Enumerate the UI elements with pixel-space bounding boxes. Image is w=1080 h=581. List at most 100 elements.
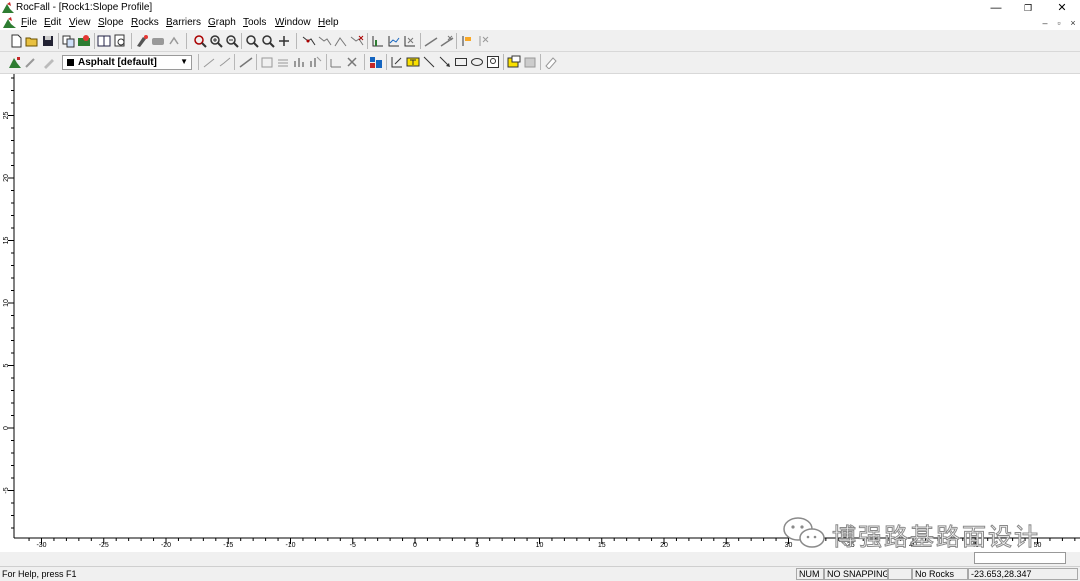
- y-tick-label: 10: [3, 299, 10, 307]
- toolbar-separator: [296, 33, 297, 49]
- text-label-icon[interactable]: [406, 55, 420, 69]
- close-button[interactable]: ✕: [1046, 0, 1078, 16]
- page-setup-icon[interactable]: [97, 34, 111, 48]
- menu-file[interactable]: File: [21, 17, 37, 28]
- remove-seeder-icon[interactable]: [477, 34, 491, 48]
- data-table-icon[interactable]: [260, 55, 274, 69]
- add-vertex-icon[interactable]: [334, 34, 348, 48]
- zoom-previous-icon[interactable]: [261, 34, 275, 48]
- y-tick-label: 25: [3, 112, 10, 120]
- material-select-value: Asphalt [default]: [78, 57, 157, 68]
- menu-barriers[interactable]: Barriers: [166, 17, 201, 28]
- copy-icon[interactable]: [62, 34, 76, 48]
- toolbar-separator: [58, 33, 59, 49]
- line-draw-icon[interactable]: [422, 55, 436, 69]
- chevron-down-icon[interactable]: ▼: [180, 57, 188, 66]
- undo-icon[interactable]: [167, 34, 181, 48]
- graph-locations-icon[interactable]: [387, 34, 401, 48]
- delete-picture-icon[interactable]: [523, 55, 537, 69]
- status-num: NUM: [796, 568, 824, 580]
- barrier-icon[interactable]: [424, 34, 438, 48]
- material-edit-icon[interactable]: [24, 55, 38, 69]
- export-image-icon[interactable]: [77, 34, 91, 48]
- edit-vertices-icon[interactable]: [318, 34, 332, 48]
- polyline-tool-icon[interactable]: [218, 55, 232, 69]
- x-tick-label: 20: [660, 542, 668, 549]
- material-assign-icon[interactable]: [8, 55, 22, 69]
- delete-vertex-icon[interactable]: [350, 34, 364, 48]
- zoom-out-icon[interactable]: [225, 34, 239, 48]
- status-coordinates: -23.653,28.347: [968, 568, 1078, 580]
- watermark: 博强路基路面设计: [780, 513, 1050, 553]
- toolbar-separator: [386, 54, 387, 70]
- save-icon[interactable]: [41, 34, 55, 48]
- line-tool-icon[interactable]: [202, 55, 216, 69]
- paint-icon[interactable]: [135, 34, 149, 48]
- menu-window[interactable]: Window: [275, 17, 311, 28]
- status-help-text: For Help, press F1: [2, 569, 77, 579]
- pan-icon[interactable]: [277, 34, 291, 48]
- menu-rocks[interactable]: Rocks: [131, 17, 159, 28]
- menu-edit[interactable]: Edit: [44, 17, 61, 28]
- ellipse-draw-icon[interactable]: [470, 55, 484, 69]
- x-tick-label: 10: [536, 542, 544, 549]
- menu-help[interactable]: Help: [318, 17, 339, 28]
- toolbar-separator: [241, 33, 242, 49]
- rock-icon[interactable]: [151, 34, 165, 48]
- mdi-minimize-button[interactable]: –: [1040, 18, 1050, 28]
- zoom-in-icon[interactable]: [209, 34, 223, 48]
- x-tick-label: -25: [99, 542, 109, 549]
- document-icon[interactable]: [3, 17, 16, 28]
- material-select[interactable]: Asphalt [default] ▼: [62, 55, 192, 70]
- menu-view[interactable]: View: [69, 17, 91, 28]
- eraser-icon[interactable]: [544, 55, 558, 69]
- x-tick-label: -5: [350, 542, 356, 549]
- add-slope-icon[interactable]: [302, 34, 316, 48]
- material-swatch: [67, 59, 74, 66]
- mdi-restore-button[interactable]: ▫: [1054, 18, 1064, 28]
- insert-picture-icon[interactable]: [507, 55, 521, 69]
- mdi-close-button[interactable]: ×: [1068, 18, 1078, 28]
- status-empty-panel: [888, 568, 912, 580]
- stats-icon[interactable]: [329, 55, 343, 69]
- restore-button[interactable]: ❐: [1012, 0, 1044, 16]
- graph-endpoints-icon[interactable]: [403, 34, 417, 48]
- clear-stats-icon[interactable]: [345, 55, 359, 69]
- slope-draw-icon[interactable]: [239, 55, 253, 69]
- print-preview-icon[interactable]: [113, 34, 127, 48]
- y-tick-label: -5: [3, 487, 10, 493]
- toolbar-separator: [256, 54, 257, 70]
- rectangle-draw-icon[interactable]: [454, 55, 468, 69]
- menu-graph[interactable]: Graph: [208, 17, 236, 28]
- delete-barrier-icon[interactable]: [440, 34, 454, 48]
- dimension-icon[interactable]: [390, 55, 404, 69]
- menu-bar: File Edit View Slope Rocks Barriers Graph Tools…: [0, 16, 1080, 30]
- x-tick-label: 15: [598, 542, 606, 549]
- arrow-draw-icon[interactable]: [438, 55, 452, 69]
- minimize-button[interactable]: —: [980, 0, 1012, 16]
- data-list-icon[interactable]: [276, 55, 290, 69]
- zoom-window-icon[interactable]: [245, 34, 259, 48]
- main-toolbar: [0, 31, 1080, 52]
- toolbar-separator: [94, 33, 95, 49]
- open-folder-icon[interactable]: [25, 34, 39, 48]
- y-tick-label: 15: [3, 237, 10, 245]
- color-legend-icon[interactable]: [369, 55, 383, 69]
- new-file-icon[interactable]: [9, 34, 23, 48]
- graph-icon[interactable]: [371, 34, 385, 48]
- horizontal-scroll-box[interactable]: [974, 552, 1066, 564]
- x-tick-label: -10: [285, 542, 295, 549]
- zoom-all-icon[interactable]: [193, 34, 207, 48]
- slope-profile-canvas[interactable]: -30 -25 -20 -15 -10 -5 0 5 10 15 20 25 30 35 40 45 50 25 2…: [0, 74, 1080, 552]
- seeder-icon[interactable]: [460, 34, 474, 48]
- toolbar-separator: [234, 54, 235, 70]
- edit-toolbar: Asphalt [default] ▼: [0, 52, 1080, 74]
- image-insert-icon[interactable]: [486, 55, 500, 69]
- histogram-icon[interactable]: [292, 55, 306, 69]
- histogram-x-icon[interactable]: [308, 55, 322, 69]
- x-tick-label: -20: [161, 542, 171, 549]
- material-properties-icon[interactable]: [42, 55, 56, 69]
- toolbar-separator: [456, 33, 457, 49]
- menu-slope[interactable]: Slope: [98, 17, 124, 28]
- menu-tools[interactable]: Tools: [243, 17, 266, 28]
